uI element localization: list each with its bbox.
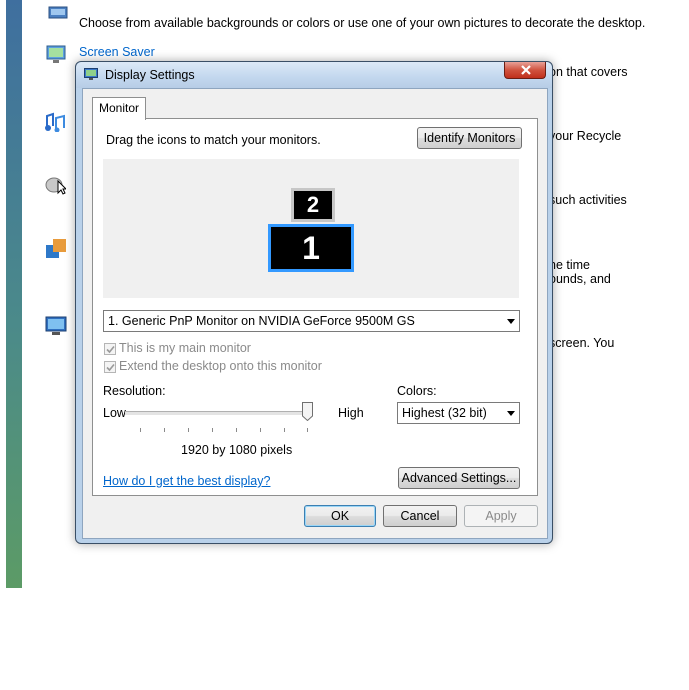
resolution-low-label: Low	[103, 406, 126, 420]
theme-icon	[46, 239, 66, 258]
chevron-down-icon	[507, 411, 515, 416]
colors-label: Colors:	[397, 384, 437, 398]
close-button[interactable]	[504, 62, 546, 79]
extend-desktop-label: Extend the desktop onto this monitor	[119, 359, 322, 373]
mouse-pointers-icon	[45, 177, 66, 195]
dialog-titlebar[interactable]: Display Settings	[76, 62, 552, 88]
slider-tick	[260, 428, 261, 432]
sounds-description-fragment: your Recycle	[549, 129, 622, 143]
identify-monitors-button[interactable]: Identify Monitors	[417, 127, 522, 149]
resolution-slider-thumb[interactable]	[302, 402, 313, 421]
help-link[interactable]: How do I get the best display?	[103, 474, 270, 488]
sidebar-gradient-strip	[6, 0, 22, 588]
resolution-label: Resolution:	[103, 384, 166, 398]
ok-button[interactable]: OK	[304, 505, 376, 527]
dialog-client-area: Monitor Drag the icons to match your mon…	[82, 88, 548, 539]
close-icon	[521, 65, 531, 75]
apply-button[interactable]: Apply	[464, 505, 538, 527]
theme-description-fragment-2: ounds, and	[549, 272, 611, 286]
desktop-background-description: Choose from available backgrounds or col…	[79, 16, 646, 30]
slider-tick	[140, 428, 141, 432]
mouse-description-fragment: such activities	[549, 193, 627, 207]
main-monitor-checkbox[interactable]	[104, 343, 116, 355]
resolution-value: 1920 by 1080 pixels	[181, 443, 293, 457]
cancel-button[interactable]: Cancel	[383, 505, 457, 527]
monitor-tab-panel: Drag the icons to match your monitors. I…	[92, 118, 538, 496]
desktop-background-icon	[48, 6, 68, 19]
display-settings-icon	[45, 316, 67, 335]
chevron-down-icon	[507, 319, 515, 324]
instructions-label: Drag the icons to match your monitors.	[106, 133, 321, 147]
slider-tick	[236, 428, 237, 432]
monitor-arrangement-area: 2 1	[103, 159, 519, 298]
slider-tick	[284, 428, 285, 432]
extend-desktop-checkbox[interactable]	[104, 361, 116, 373]
check-icon	[106, 345, 115, 354]
display-settings-description-fragment: screen. You	[549, 336, 615, 350]
resolution-slider-track[interactable]	[125, 411, 313, 416]
main-monitor-label: This is my main monitor	[119, 341, 251, 355]
check-icon	[106, 363, 115, 372]
display-settings-title-icon	[84, 68, 98, 80]
screen-saver-icon	[46, 45, 66, 63]
monitor-select[interactable]: 1. Generic PnP Monitor on NVIDIA GeForce…	[103, 310, 520, 332]
screen-saver-link[interactable]: Screen Saver	[79, 45, 155, 59]
slider-tick	[188, 428, 189, 432]
advanced-settings-button[interactable]: Advanced Settings...	[398, 467, 520, 489]
screen-saver-description-fragment: on that covers	[549, 65, 628, 79]
sounds-icon	[45, 112, 65, 132]
tab-monitor[interactable]: Monitor	[92, 97, 146, 120]
colors-select[interactable]: Highest (32 bit)	[397, 402, 520, 424]
monitor-1-number: 1	[271, 227, 351, 269]
display-settings-dialog: Display Settings Monitor Drag the icons …	[75, 61, 553, 544]
theme-description-fragment-1: ne time	[549, 258, 590, 272]
monitor-2-icon[interactable]: 2	[291, 188, 335, 222]
slider-tick	[307, 428, 308, 432]
resolution-high-label: High	[338, 406, 364, 420]
monitor-2-number: 2	[294, 191, 332, 219]
colors-select-value: Highest (32 bit)	[402, 406, 487, 420]
monitor-select-value: 1. Generic PnP Monitor on NVIDIA GeForce…	[108, 314, 415, 328]
dialog-title: Display Settings	[105, 68, 195, 82]
monitor-1-icon[interactable]: 1	[268, 224, 354, 272]
slider-tick	[164, 428, 165, 432]
slider-tick	[212, 428, 213, 432]
